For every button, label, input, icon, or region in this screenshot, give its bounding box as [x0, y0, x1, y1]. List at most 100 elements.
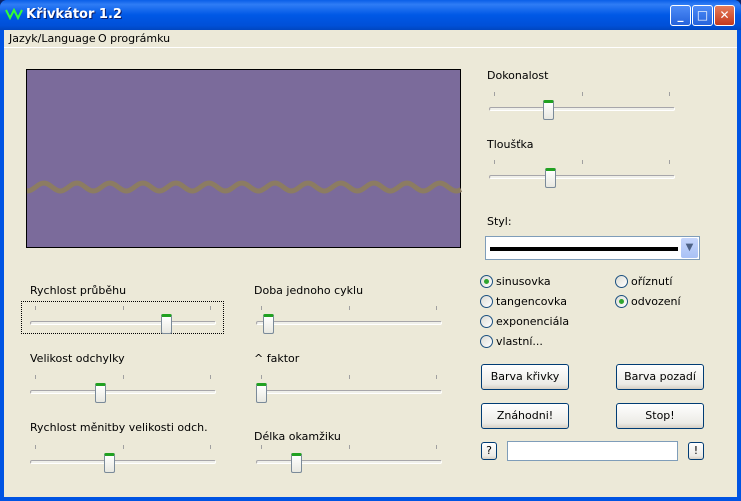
radio-circle[interactable]: [615, 295, 628, 308]
slider-tick: [261, 445, 262, 449]
randomize-button[interactable]: Znáhodni!: [481, 403, 569, 429]
radio-label: vlastní...: [496, 335, 543, 348]
radio-sinusovka[interactable]: sinusovka: [480, 275, 551, 288]
label-tloustka: Tloušťka: [487, 138, 534, 151]
slider-tick: [494, 92, 495, 96]
slider-tick: [35, 445, 36, 449]
slider-thumb[interactable]: [94, 383, 106, 403]
slider-tick: [436, 306, 437, 310]
slider-thumb[interactable]: [545, 168, 556, 188]
radio-label: tangencovka: [496, 295, 567, 308]
slider-thumb[interactable]: [256, 383, 267, 403]
label-styl: Styl:: [487, 215, 512, 228]
slider-thumb[interactable]: [291, 453, 302, 473]
slider-thumb[interactable]: [543, 100, 555, 120]
slider-tick: [122, 445, 124, 449]
radio-exponencialа[interactable]: exponenciála: [480, 315, 569, 328]
label-velikost-odchylky: Velikost odchylky: [30, 352, 125, 365]
radio-vlastni[interactable]: vlastní...: [480, 335, 543, 348]
slider-track[interactable]: [30, 390, 216, 394]
title-bar[interactable]: Křivkátor 1.2 _ □ ✕: [0, 0, 741, 30]
slider-tloustka[interactable]: [489, 160, 675, 190]
radio-circle[interactable]: [480, 315, 493, 328]
slider-track[interactable]: [489, 107, 675, 111]
slider-tick: [581, 160, 583, 164]
slider-tick: [35, 306, 36, 310]
chevron-down-icon[interactable]: ▼: [681, 238, 698, 258]
label-faktor: ^ faktor: [254, 352, 300, 365]
slider-rychlost-menitby[interactable]: [30, 445, 216, 475]
label-rychlost-menitby: Rychlost měnitby velikosti odch.: [30, 421, 208, 434]
menu-bar: Jazyk/Language O prográmku: [4, 30, 737, 48]
style-combobox[interactable]: ▼: [485, 236, 700, 260]
menu-language[interactable]: Jazyk/Language: [9, 32, 96, 45]
close-button[interactable]: ✕: [714, 5, 735, 26]
radio-label: odvození: [631, 295, 681, 308]
radio-dot: [484, 279, 489, 284]
radio-dot: [619, 299, 624, 304]
slider-track[interactable]: [256, 390, 442, 394]
radio-label: sinusovka: [496, 275, 551, 288]
line-style-preview: [490, 247, 678, 251]
slider-tick: [669, 160, 670, 164]
slider-tick: [261, 375, 262, 379]
slider-track[interactable]: [30, 321, 216, 325]
label-rychlost-prubehu: Rychlost průběhu: [30, 284, 127, 297]
radio-oriznuti[interactable]: oříznutí: [615, 275, 672, 288]
stop-button[interactable]: Stop!: [616, 403, 704, 429]
exclaim-button[interactable]: !: [688, 442, 704, 460]
slider-track[interactable]: [489, 175, 675, 179]
slider-tick: [348, 375, 350, 379]
slider-velikost-odchylky[interactable]: [30, 375, 216, 405]
window-title: Křivkátor 1.2: [26, 7, 122, 22]
menu-about[interactable]: O prográmku: [98, 32, 170, 45]
radio-circle[interactable]: [480, 335, 493, 348]
radio-tangencovka[interactable]: tangencovka: [480, 295, 567, 308]
label-dokonalost: Dokonalost: [487, 69, 549, 82]
slider-tick: [348, 306, 350, 310]
background-color-button[interactable]: Barva pozadí: [616, 364, 704, 390]
text-input[interactable]: [507, 441, 678, 461]
slider-thumb[interactable]: [263, 314, 274, 334]
slider-tick: [581, 92, 583, 96]
slider-rychlost-prubehu[interactable]: [30, 306, 216, 336]
label-doba-cyklu: Doba jednoho cyklu: [254, 284, 364, 297]
curve-canvas: [26, 69, 463, 248]
slider-dokonalost[interactable]: [489, 92, 675, 122]
slider-tick: [436, 445, 437, 449]
maximize-button[interactable]: □: [692, 5, 713, 26]
slider-track[interactable]: [256, 321, 442, 325]
slider-tick: [210, 445, 211, 449]
radio-circle[interactable]: [480, 295, 493, 308]
slider-track[interactable]: [30, 460, 216, 464]
radio-label: exponenciála: [496, 315, 570, 328]
slider-thumb[interactable]: [161, 314, 173, 334]
radio-circle[interactable]: [480, 275, 493, 288]
minimize-button[interactable]: _: [670, 5, 691, 26]
slider-thumb[interactable]: [103, 453, 115, 473]
slider-faktor[interactable]: [256, 375, 442, 405]
app-wave-icon: [5, 8, 23, 20]
slider-doba-cyklu[interactable]: [256, 306, 442, 336]
help-button[interactable]: ?: [481, 442, 497, 460]
app-window: Křivkátor 1.2 _ □ ✕ Jazyk/Language O pro…: [0, 0, 741, 501]
slider-tick: [348, 445, 350, 449]
radio-label: oříznutí: [631, 275, 673, 288]
slider-tick: [261, 306, 262, 310]
radio-odvozeni[interactable]: odvození: [615, 295, 681, 308]
curve-color-button[interactable]: Barva křivky: [481, 364, 569, 390]
slider-tick: [436, 375, 437, 379]
slider-track[interactable]: [256, 460, 442, 464]
slider-tick: [210, 306, 211, 310]
slider-delka-okamziku[interactable]: [256, 445, 442, 475]
curve-line: [26, 180, 463, 194]
curve-svg: [26, 180, 463, 194]
slider-tick: [494, 160, 495, 164]
slider-tick: [669, 92, 670, 96]
slider-tick: [35, 375, 36, 379]
radio-circle[interactable]: [615, 275, 628, 288]
client-area: Jazyk/Language O prográmku Rychlost průb…: [4, 30, 737, 497]
slider-tick: [122, 306, 124, 310]
slider-tick: [210, 375, 211, 379]
slider-tick: [122, 375, 124, 379]
